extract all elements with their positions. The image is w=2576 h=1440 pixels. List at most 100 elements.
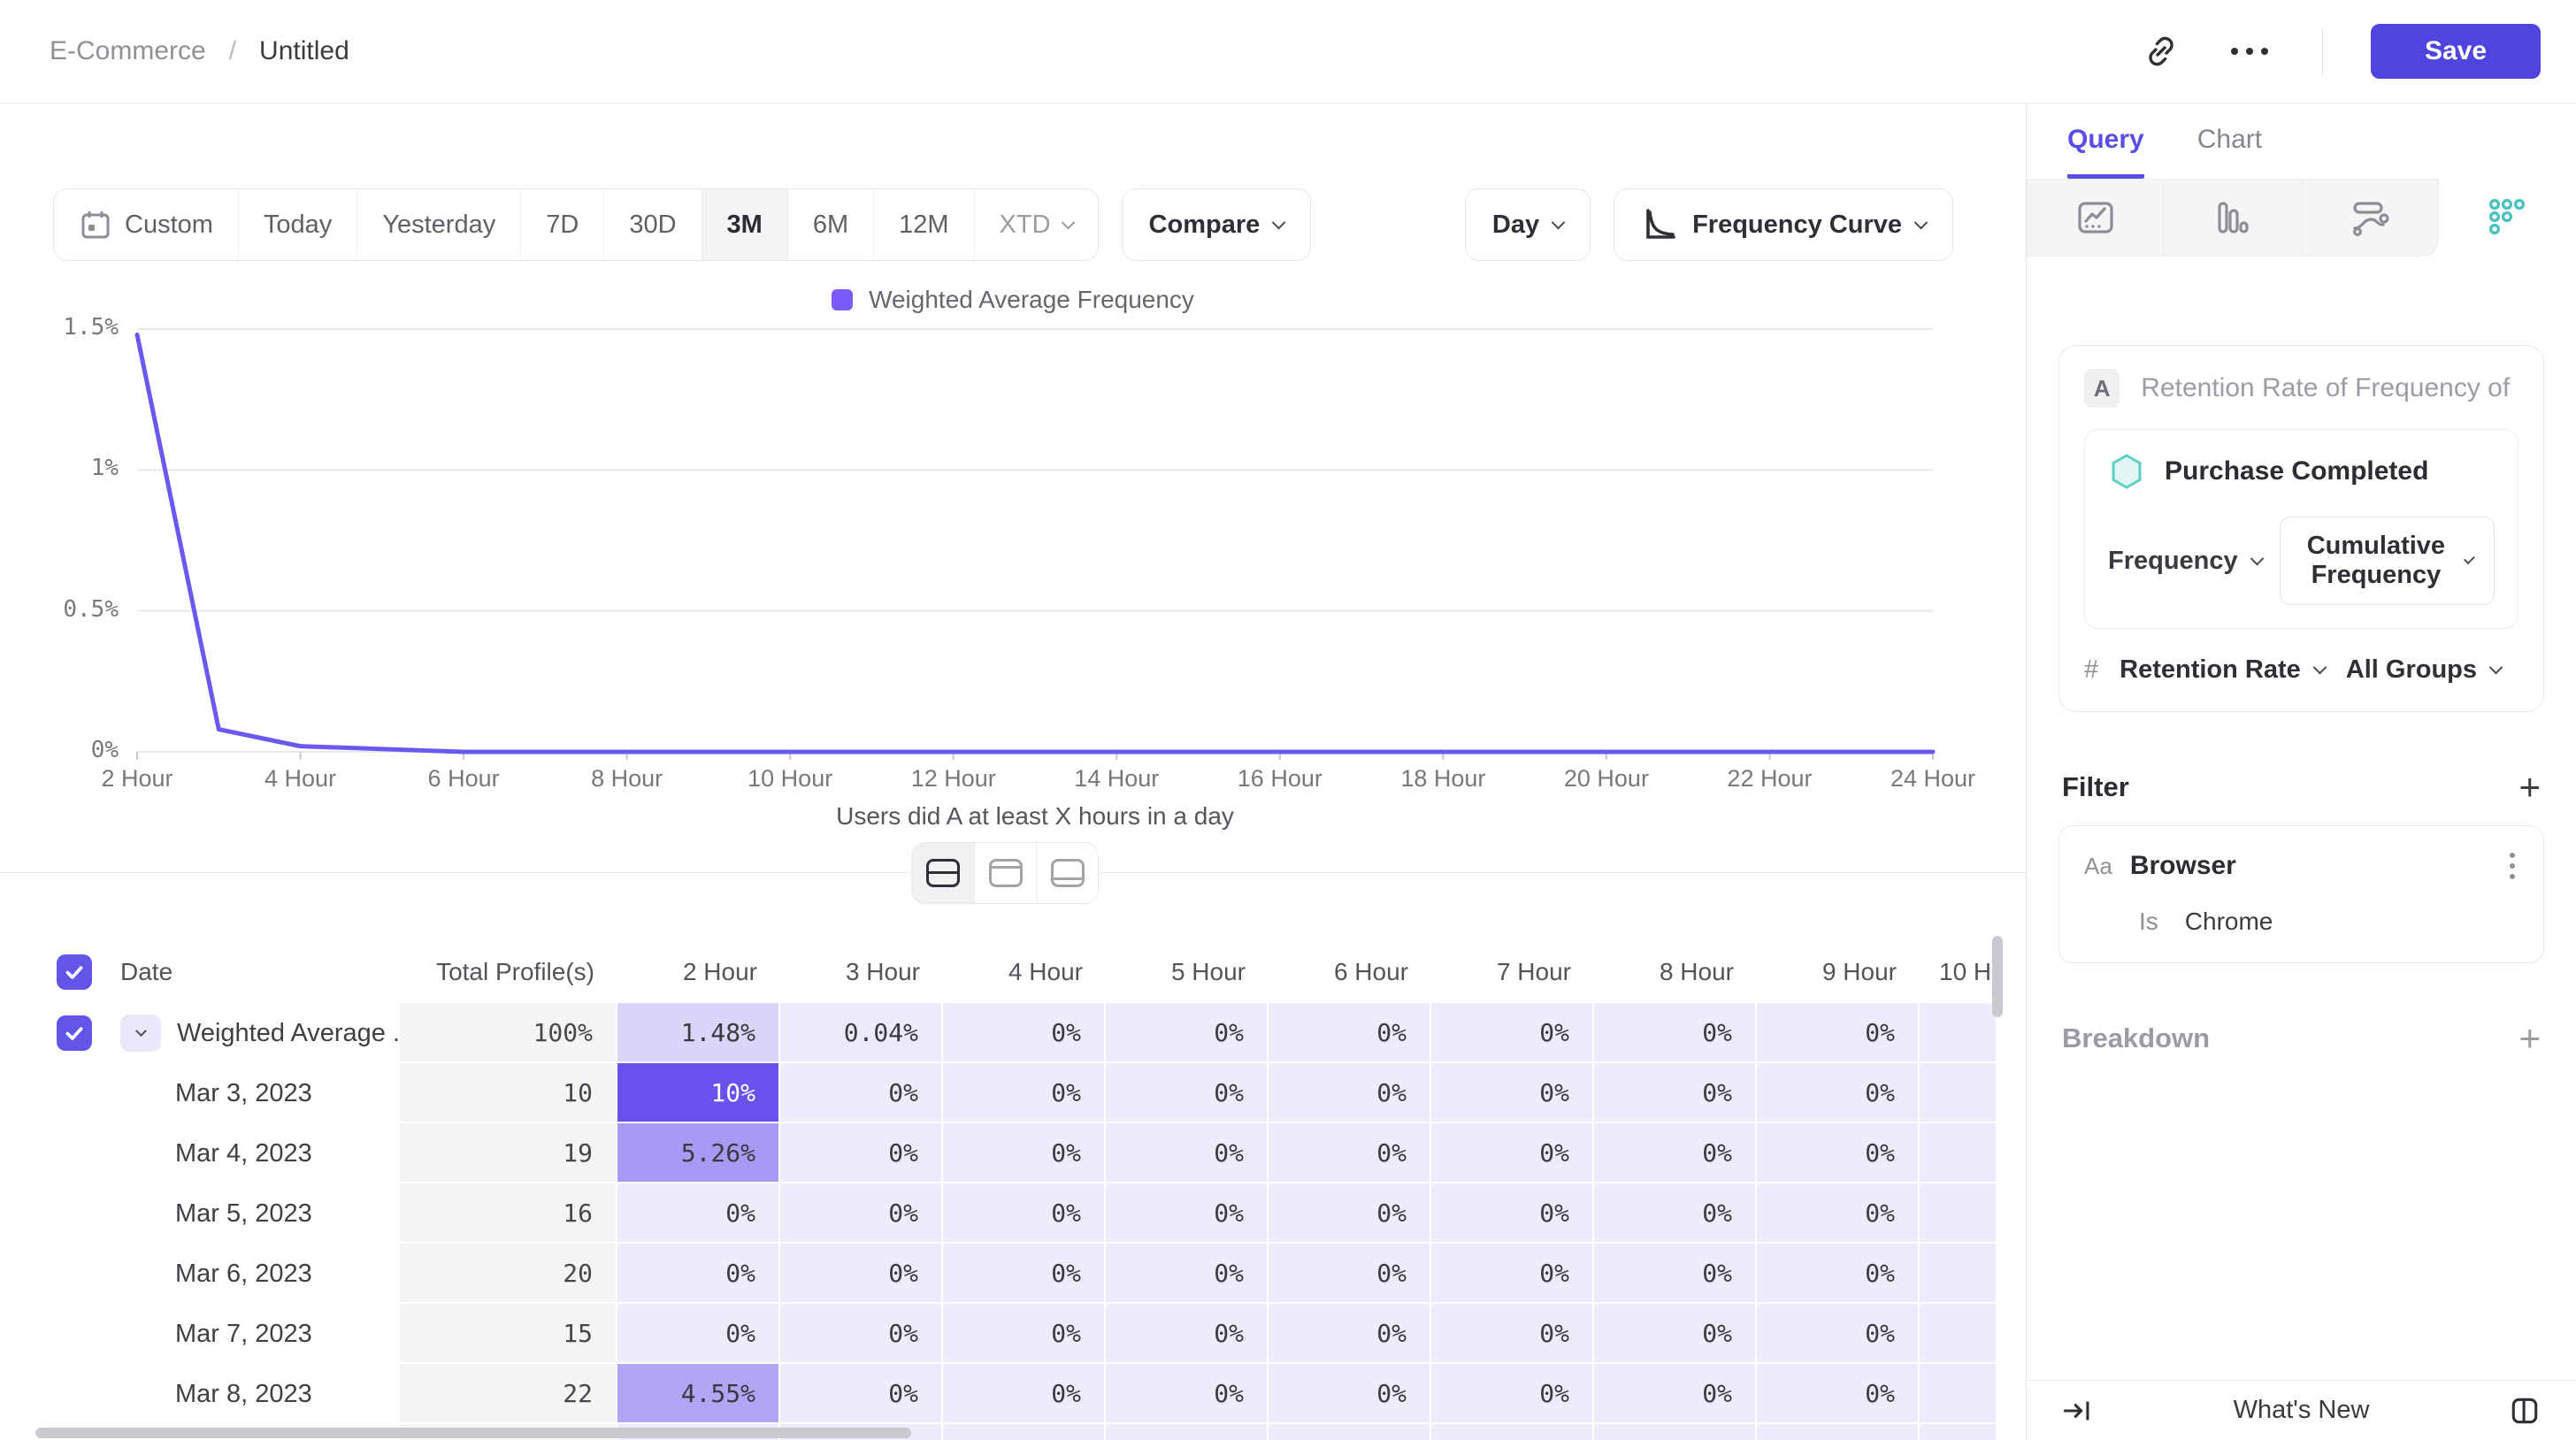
more-menu-button[interactable] <box>2225 27 2274 76</box>
retention-value-cell[interactable]: 0% <box>1431 1123 1594 1183</box>
retention-value-cell[interactable] <box>1920 1304 1997 1364</box>
retention-value-cell[interactable]: 0% <box>780 1123 943 1183</box>
frequency-type-dropdown[interactable]: Cumulative Frequency <box>2280 517 2495 605</box>
row-label[interactable]: Mar 5, 2023 <box>106 1183 400 1244</box>
groups-dropdown[interactable]: All Groups <box>2346 655 2501 685</box>
retention-value-cell[interactable]: 0% <box>1269 1063 1431 1123</box>
report-type-insights[interactable] <box>2027 179 2164 257</box>
report-type-flows[interactable] <box>2302 179 2439 257</box>
row-label[interactable]: Mar 6, 2023 <box>106 1244 400 1304</box>
checkbox-checked[interactable] <box>57 1015 92 1051</box>
side-panel-icon[interactable] <box>2500 1386 2549 1436</box>
add-filter-button[interactable]: + <box>2518 769 2541 806</box>
retention-value-cell[interactable]: 0% <box>780 1183 943 1244</box>
measure-dropdown[interactable]: Retention Rate <box>2120 655 2325 685</box>
retention-value-cell[interactable]: 0% <box>1594 1304 1757 1364</box>
retention-value-cell[interactable]: 0% <box>1594 1364 1757 1424</box>
retention-value-cell[interactable]: 0% <box>617 1183 780 1244</box>
report-type-funnels[interactable] <box>2164 179 2301 257</box>
retention-value-cell[interactable]: 0% <box>1431 1183 1594 1244</box>
retention-value-cell[interactable]: 0% <box>1757 1304 1920 1364</box>
retention-value-cell[interactable]: 0% <box>1594 1063 1757 1123</box>
tab-chart[interactable]: Chart <box>2197 125 2262 179</box>
row-label[interactable]: Weighted Average ... <box>106 1003 400 1063</box>
filter-kebab-menu[interactable] <box>2506 849 2518 883</box>
retention-value-cell[interactable]: 0% <box>1106 1003 1269 1063</box>
collapse-panel-icon[interactable] <box>2053 1386 2103 1436</box>
retention-value-cell[interactable]: 0% <box>780 1063 943 1123</box>
retention-value-cell[interactable]: 0% <box>943 1003 1106 1063</box>
query-step-header[interactable]: A Retention Rate of Frequency of P... <box>2084 369 2518 408</box>
filter-value[interactable]: Chrome <box>2185 908 2273 936</box>
retention-value-cell[interactable]: 0% <box>943 1244 1106 1304</box>
row-expander-chevron[interactable] <box>120 1015 161 1052</box>
retention-value-cell[interactable]: 0% <box>1269 1364 1431 1424</box>
checkbox-checked[interactable] <box>57 954 92 990</box>
retention-value-cell[interactable]: 0.04% <box>780 1003 943 1063</box>
retention-value-cell[interactable]: 0% <box>1757 1183 1920 1244</box>
retention-value-cell[interactable]: 0% <box>1431 1063 1594 1123</box>
retention-value-cell[interactable]: 0% <box>1269 1304 1431 1364</box>
row-label[interactable]: Mar 7, 2023 <box>106 1304 400 1364</box>
retention-value-cell[interactable]: 0% <box>943 1304 1106 1364</box>
vertical-scrollbar[interactable] <box>1992 936 2003 1017</box>
filter-operator[interactable]: Is <box>2139 908 2158 936</box>
retention-value-cell[interactable]: 0% <box>943 1183 1106 1244</box>
retention-value-cell[interactable]: 0% <box>1757 1244 1920 1304</box>
report-type-retention[interactable] <box>2439 179 2576 257</box>
retention-value-cell[interactable]: 0% <box>1269 1183 1431 1244</box>
tab-query[interactable]: Query <box>2067 125 2144 179</box>
add-breakdown-button[interactable]: + <box>2518 1020 2541 1057</box>
retention-value-cell[interactable]: 0% <box>1431 1244 1594 1304</box>
retention-value-cell[interactable]: 4.55% <box>617 1364 780 1424</box>
horizontal-scrollbar[interactable] <box>35 1428 911 1438</box>
split-view-button[interactable] <box>912 843 974 903</box>
retention-value-cell[interactable]: 0% <box>1106 1244 1269 1304</box>
row-label[interactable]: Mar 8, 2023 <box>106 1364 400 1424</box>
retention-value-cell[interactable]: 0% <box>1594 1123 1757 1183</box>
retention-value-cell[interactable]: 0% <box>617 1304 780 1364</box>
retention-value-cell[interactable]: 0% <box>1431 1364 1594 1424</box>
retention-value-cell[interactable]: 0% <box>943 1364 1106 1424</box>
retention-value-cell[interactable]: 0% <box>617 1244 780 1304</box>
retention-value-cell[interactable]: 5.26% <box>617 1123 780 1183</box>
retention-value-cell[interactable]: 0% <box>1106 1063 1269 1123</box>
retention-value-cell[interactable]: 0% <box>1269 1244 1431 1304</box>
retention-value-cell[interactable]: 0% <box>1757 1123 1920 1183</box>
retention-value-cell[interactable]: 1.48% <box>617 1003 780 1063</box>
retention-value-cell[interactable]: 0% <box>1757 1003 1920 1063</box>
retention-value-cell[interactable]: 0% <box>780 1364 943 1424</box>
retention-value-cell[interactable]: 0% <box>1594 1244 1757 1304</box>
retention-value-cell[interactable]: 0% <box>1106 1364 1269 1424</box>
frequency-dropdown[interactable]: Frequency <box>2108 547 2262 576</box>
retention-value-cell[interactable] <box>1920 1364 1997 1424</box>
retention-value-cell[interactable] <box>1920 1123 1997 1183</box>
retention-value-cell[interactable]: 0% <box>1106 1183 1269 1244</box>
copy-link-icon[interactable] <box>2136 27 2186 76</box>
retention-value-cell[interactable]: 0% <box>1269 1123 1431 1183</box>
retention-value-cell[interactable]: 0% <box>1757 1063 1920 1123</box>
breadcrumb-report-name[interactable]: Untitled <box>259 36 349 66</box>
retention-value-cell[interactable]: 0% <box>943 1063 1106 1123</box>
whats-new-link[interactable]: What's New <box>2103 1396 2500 1425</box>
row-label[interactable]: Mar 3, 2023 <box>106 1063 400 1123</box>
retention-value-cell[interactable] <box>1920 1063 1997 1123</box>
table-only-view-button[interactable] <box>1036 843 1098 903</box>
retention-value-cell[interactable]: 0% <box>1431 1304 1594 1364</box>
retention-value-cell[interactable]: 0% <box>1594 1003 1757 1063</box>
retention-value-cell[interactable]: 0% <box>780 1304 943 1364</box>
retention-value-cell[interactable] <box>1920 1003 1997 1063</box>
row-label[interactable]: Mar 4, 2023 <box>106 1123 400 1183</box>
retention-value-cell[interactable]: 0% <box>1269 1003 1431 1063</box>
event-selector[interactable]: Purchase Completed <box>2108 453 2495 490</box>
retention-value-cell[interactable]: 0% <box>1594 1183 1757 1244</box>
filter-property[interactable]: Browser <box>2130 851 2488 881</box>
chart-only-view-button[interactable] <box>974 843 1036 903</box>
retention-value-cell[interactable]: 0% <box>943 1123 1106 1183</box>
retention-value-cell[interactable]: 0% <box>1106 1304 1269 1364</box>
retention-value-cell[interactable]: 0% <box>1106 1123 1269 1183</box>
retention-value-cell[interactable]: 0% <box>780 1244 943 1304</box>
breadcrumb-project[interactable]: E-Commerce <box>50 36 206 66</box>
retention-value-cell[interactable] <box>1920 1183 1997 1244</box>
retention-value-cell[interactable]: 10% <box>617 1063 780 1123</box>
